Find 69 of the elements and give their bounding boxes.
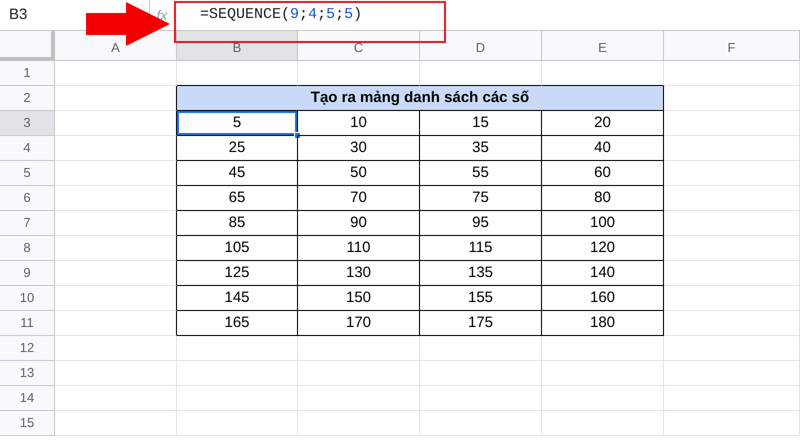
table-cell[interactable]: 100: [542, 211, 664, 236]
formula-field[interactable]: =SEQUENCE(9;4;5;5): [186, 0, 800, 30]
table-cell[interactable]: 55: [420, 161, 542, 186]
table-cell[interactable]: 120: [542, 236, 664, 261]
table-cell[interactable]: 70: [298, 186, 420, 211]
table-cell[interactable]: 115: [420, 236, 542, 261]
table-cell[interactable]: 20: [542, 111, 664, 136]
grid-cell[interactable]: [55, 186, 177, 211]
table-cell[interactable]: 25: [177, 136, 298, 161]
table-cell[interactable]: 165: [177, 311, 298, 336]
table-cell[interactable]: 15: [420, 111, 542, 136]
grid-cell[interactable]: [55, 111, 177, 136]
row-header[interactable]: 6: [0, 186, 55, 211]
table-cell[interactable]: 125: [177, 261, 298, 286]
row-header[interactable]: 2: [0, 86, 55, 111]
table-cell[interactable]: 150: [298, 286, 420, 311]
table-cell[interactable]: 65: [177, 186, 298, 211]
table-cell[interactable]: 60: [542, 161, 664, 186]
row-header[interactable]: 11: [0, 311, 55, 336]
table-cell[interactable]: 45: [177, 161, 298, 186]
column-header[interactable]: C: [298, 31, 420, 61]
grid-cell[interactable]: [55, 161, 177, 186]
table-cell[interactable]: 95: [420, 211, 542, 236]
column-header[interactable]: D: [420, 31, 542, 61]
table-title: Tạo ra mảng danh sách các số: [177, 86, 664, 111]
table-cell[interactable]: 30: [298, 136, 420, 161]
select-all-corner[interactable]: [0, 31, 55, 61]
table-cell[interactable]: 155: [420, 286, 542, 311]
row-header[interactable]: 12: [0, 336, 55, 361]
table-cell[interactable]: 105: [177, 236, 298, 261]
column-header[interactable]: E: [542, 31, 664, 61]
grid-cell[interactable]: [55, 236, 177, 261]
table-cell[interactable]: 145: [177, 286, 298, 311]
grid-cell[interactable]: [55, 261, 177, 286]
row-header[interactable]: 15: [0, 411, 55, 436]
table-cell[interactable]: 170: [298, 311, 420, 336]
row-header[interactable]: 13: [0, 361, 55, 386]
row-header[interactable]: 3: [0, 111, 55, 136]
row-header[interactable]: 5: [0, 161, 55, 186]
row-header[interactable]: 14: [0, 386, 55, 411]
grid-cell[interactable]: [55, 136, 177, 161]
table-cell[interactable]: 5: [177, 111, 298, 136]
column-header[interactable]: F: [664, 31, 800, 61]
table-cell[interactable]: 10: [298, 111, 420, 136]
table-cell[interactable]: 180: [542, 311, 664, 336]
name-box[interactable]: B3: [0, 0, 80, 30]
table-cell[interactable]: 40: [542, 136, 664, 161]
table-cell[interactable]: 130: [298, 261, 420, 286]
table-cell[interactable]: 80: [542, 186, 664, 211]
row-header[interactable]: 4: [0, 136, 55, 161]
row-header[interactable]: 10: [0, 286, 55, 311]
table-cell[interactable]: 90: [298, 211, 420, 236]
table-cell[interactable]: 75: [420, 186, 542, 211]
row-header[interactable]: 7: [0, 211, 55, 236]
table-cell[interactable]: 85: [177, 211, 298, 236]
grid-cell[interactable]: [55, 286, 177, 311]
table-cell[interactable]: 50: [298, 161, 420, 186]
row-header[interactable]: 1: [0, 61, 55, 86]
table-cell[interactable]: 160: [542, 286, 664, 311]
table-cell[interactable]: 140: [542, 261, 664, 286]
table-cell[interactable]: 35: [420, 136, 542, 161]
table-cell[interactable]: 110: [298, 236, 420, 261]
grid-cell[interactable]: [55, 311, 177, 336]
table-cell[interactable]: 175: [420, 311, 542, 336]
column-header[interactable]: B: [177, 31, 298, 61]
row-header[interactable]: 8: [0, 236, 55, 261]
table-cell[interactable]: 135: [420, 261, 542, 286]
grid-cell[interactable]: [55, 211, 177, 236]
row-header[interactable]: 9: [0, 261, 55, 286]
